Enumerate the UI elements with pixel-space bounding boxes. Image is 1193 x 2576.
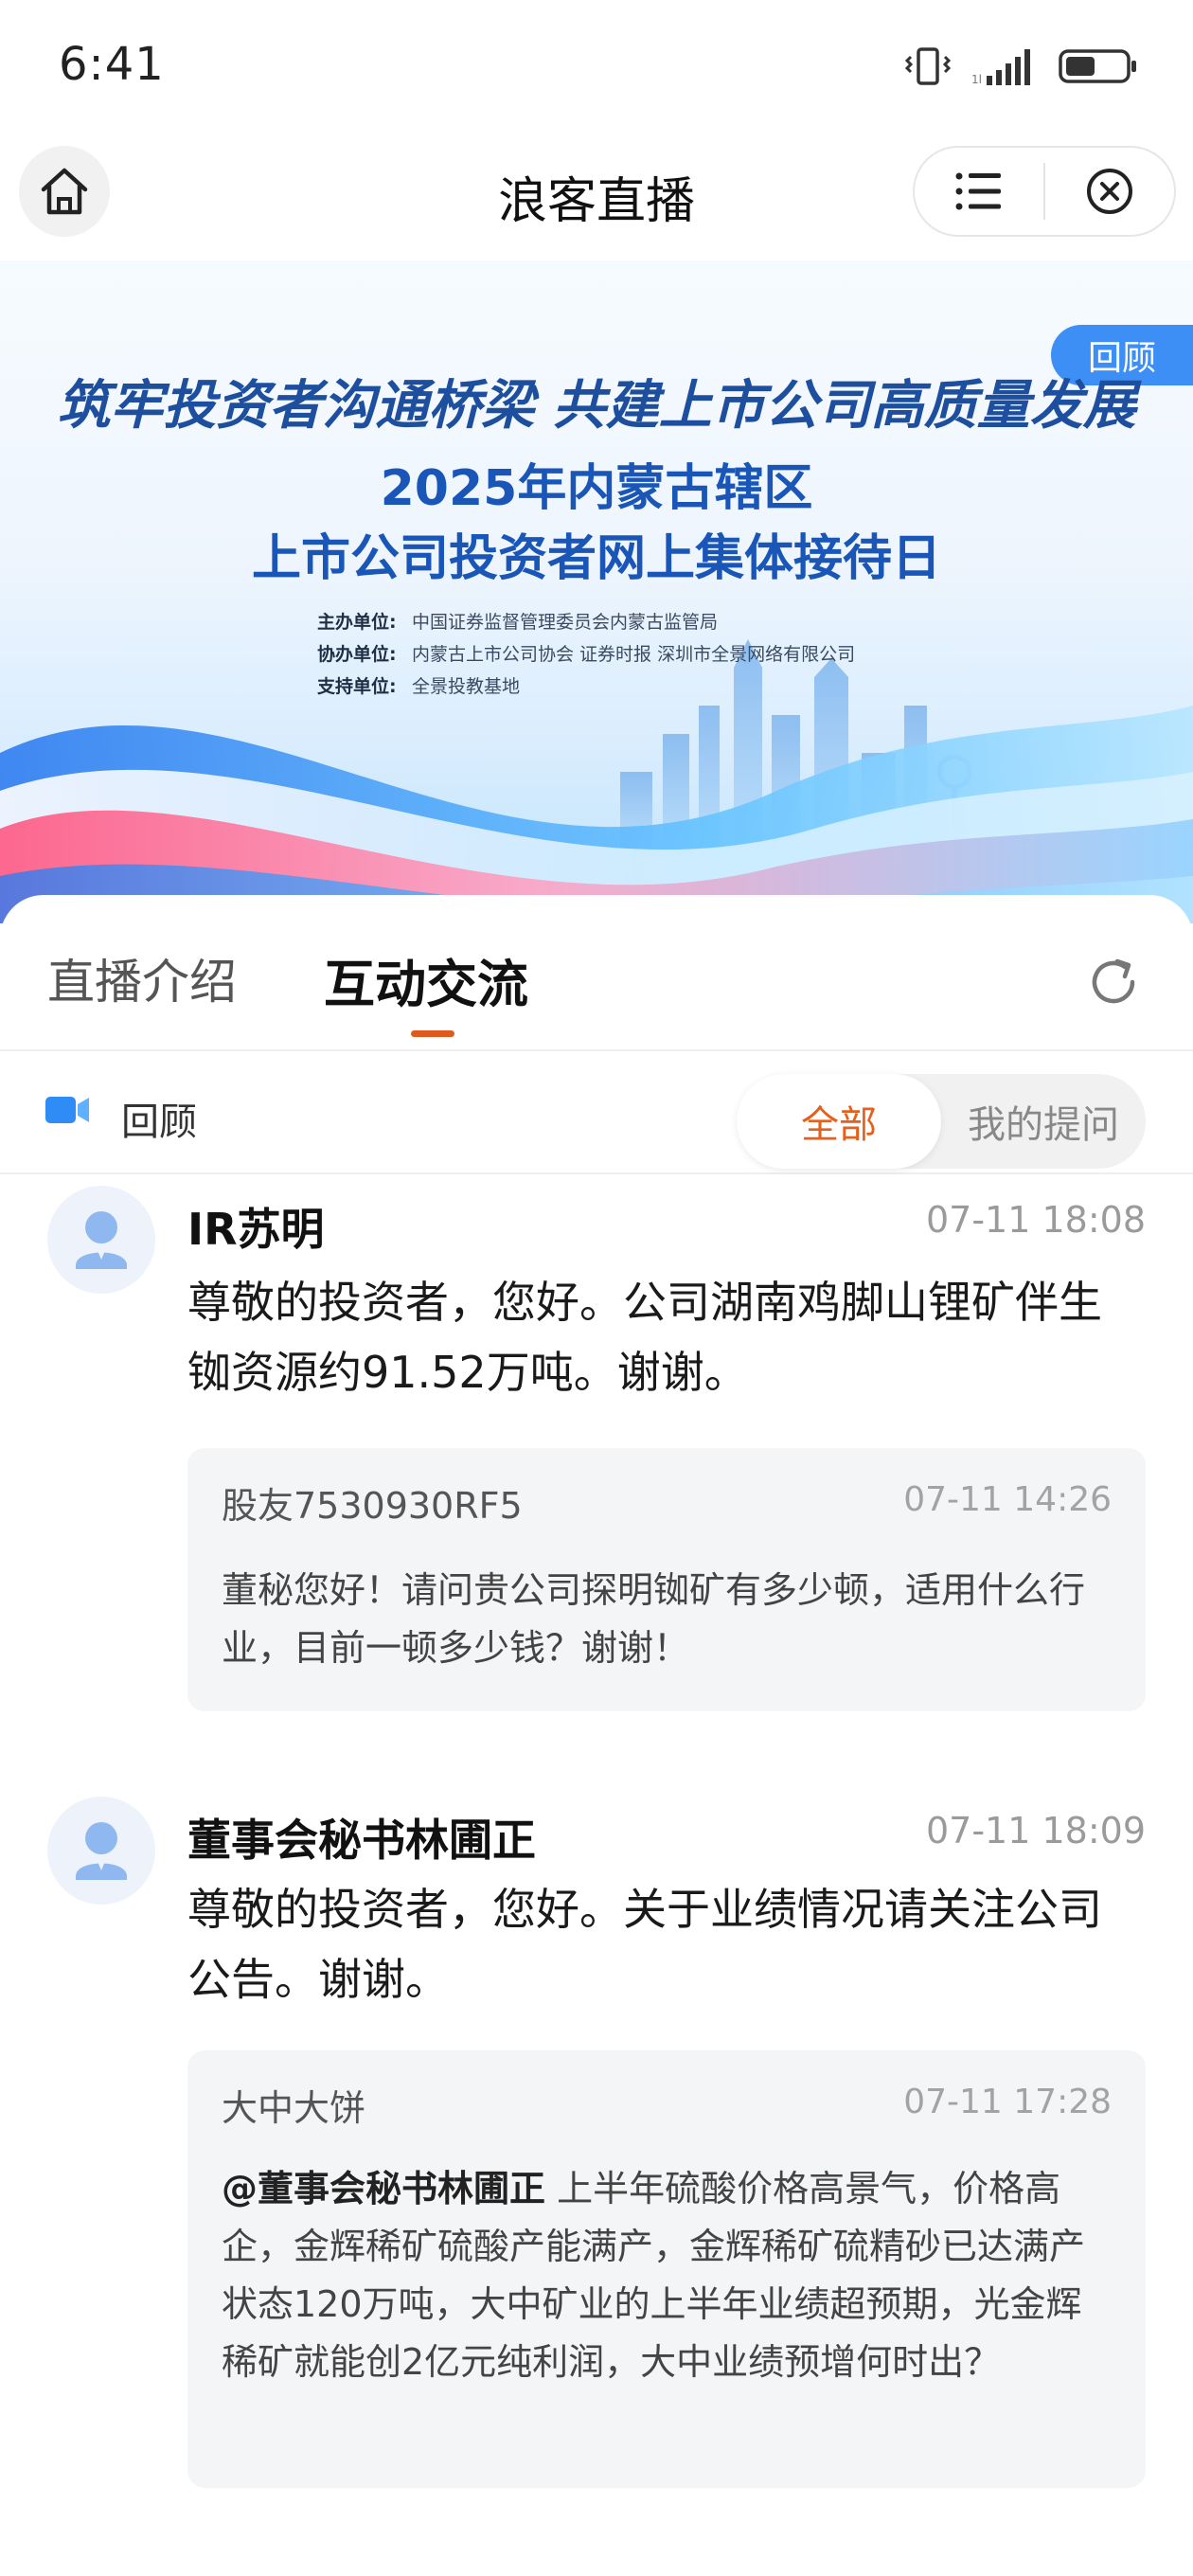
banner-wave-art	[0, 639, 1193, 923]
question-time: 07-11 17:28	[903, 2083, 1112, 2121]
qa-item: IR苏明 07-11 18:08 尊敬的投资者，您好。公司湖南鸡脚山锂矿伴生铷资…	[0, 1186, 1193, 1773]
vibrate-icon	[905, 47, 951, 85]
asker-name: 大中大饼	[222, 2087, 366, 2129]
filter-all-button[interactable]: 全部	[737, 1074, 941, 1169]
tab-active-indicator	[411, 1030, 454, 1037]
replay-link[interactable]: 回顾	[121, 1091, 197, 1146]
co-organizer-row: 协办单位: 内蒙古上市公司协会 证券时报 深圳市全景网络有限公司	[317, 644, 856, 665]
question-filter-toggle: 全部 我的提问	[737, 1074, 1146, 1169]
question-text: @董事会秘书林圃正 上半年硫酸价格高景气，价格高企，金辉稀矿硫酸产能满产，金辉稀…	[222, 2160, 1112, 2391]
user-avatar-icon	[76, 1822, 127, 1880]
avatar	[47, 1186, 155, 1294]
status-time: 6:41	[59, 38, 165, 91]
content-panel: 直播介绍 互动交流 回顾 全部 我的提问 IR苏明 07-11 18:08 尊敬…	[0, 895, 1193, 2576]
qa-item: 董事会秘书林圃正 07-11 18:09 尊敬的投资者，您好。关于业绩情况请关注…	[0, 1797, 1193, 2554]
banner-slogan: 筑牢投资者沟通桥梁 共建上市公司高质量发展	[57, 374, 1136, 437]
answer-text: 尊敬的投资者，您好。公司湖南鸡脚山锂矿伴生铷资源约91.52万吨。谢谢。	[187, 1277, 1102, 1398]
top-nav: 浪客直播	[0, 133, 1193, 260]
miniapp-capsule	[913, 146, 1176, 237]
close-circle-icon	[1087, 169, 1132, 214]
filter-my-questions-button[interactable]: 我的提问	[941, 1074, 1146, 1169]
tab-interaction[interactable]: 互动交流	[324, 942, 528, 1017]
banner-title-line1: 2025年内蒙古辖区	[380, 460, 813, 517]
supporter-row: 支持单位: 全景投教基地	[317, 676, 521, 697]
answer-time: 07-11 18:09	[925, 1810, 1146, 1852]
question-card: 股友7530930RF5 07-11 14:26 董秘您好！请问贵公司探明铷矿有…	[187, 1448, 1146, 1711]
responder-name: 董事会秘书林圃正	[187, 1815, 536, 1866]
status-bar: 6:41 1l	[0, 0, 1193, 133]
answer-time: 07-11 18:08	[925, 1199, 1146, 1241]
svg-text:1l: 1l	[971, 73, 982, 86]
signal-icon: 1l	[971, 49, 1030, 86]
question-text: 董秘您好！请问贵公司探明铷矿有多少顿，适用什么行业，目前一顿多少钱？谢谢！	[222, 1562, 1112, 1677]
battery-icon	[1059, 49, 1136, 83]
status-icons: 1l	[905, 42, 1138, 91]
refresh-icon[interactable]	[1083, 952, 1144, 1012]
user-avatar-icon	[76, 1211, 127, 1269]
question-time: 07-11 14:26	[903, 1480, 1112, 1519]
asker-name: 股友7530930RF5	[222, 1485, 523, 1527]
question-mention[interactable]: @董事会秘书林圃正	[222, 2168, 545, 2209]
banner-title-line2: 上市公司投资者网上集体接待日	[251, 530, 941, 587]
question-card: 大中大饼 07-11 17:28 @董事会秘书林圃正 上半年硫酸价格高景气，价格…	[187, 2050, 1146, 2488]
avatar	[47, 1797, 155, 1905]
question-body: 董秘您好！请问贵公司探明铷矿有多少顿，适用什么行业，目前一顿多少钱？谢谢！	[222, 1569, 1086, 1669]
answer-text: 尊敬的投资者，您好。关于业绩情况请关注公司公告。谢谢。	[187, 1884, 1102, 2005]
close-button[interactable]	[1045, 148, 1174, 235]
organizer-row: 主办单位: 中国证券监督管理委员会内蒙古监管局	[317, 612, 719, 633]
menu-button[interactable]	[915, 148, 1043, 235]
video-camera-icon[interactable]	[45, 1093, 91, 1127]
list-menu-icon	[955, 172, 1001, 210]
responder-name: IR苏明	[187, 1204, 325, 1255]
live-banner[interactable]: 回顾 筑牢投资者沟通桥梁 共建上市公司高质量发展 2025年内蒙古辖区 上市公司…	[0, 260, 1193, 923]
filter-row: 回顾 全部 我的提问	[0, 1053, 1193, 1174]
tab-bar: 直播介绍 互动交流	[0, 895, 1193, 1051]
organizer-list: 主办单位: 中国证券监督管理委员会内蒙古监管局 协办单位: 内蒙古上市公司协会 证券…	[317, 606, 855, 703]
tab-live-intro[interactable]: 直播介绍	[47, 944, 237, 1012]
